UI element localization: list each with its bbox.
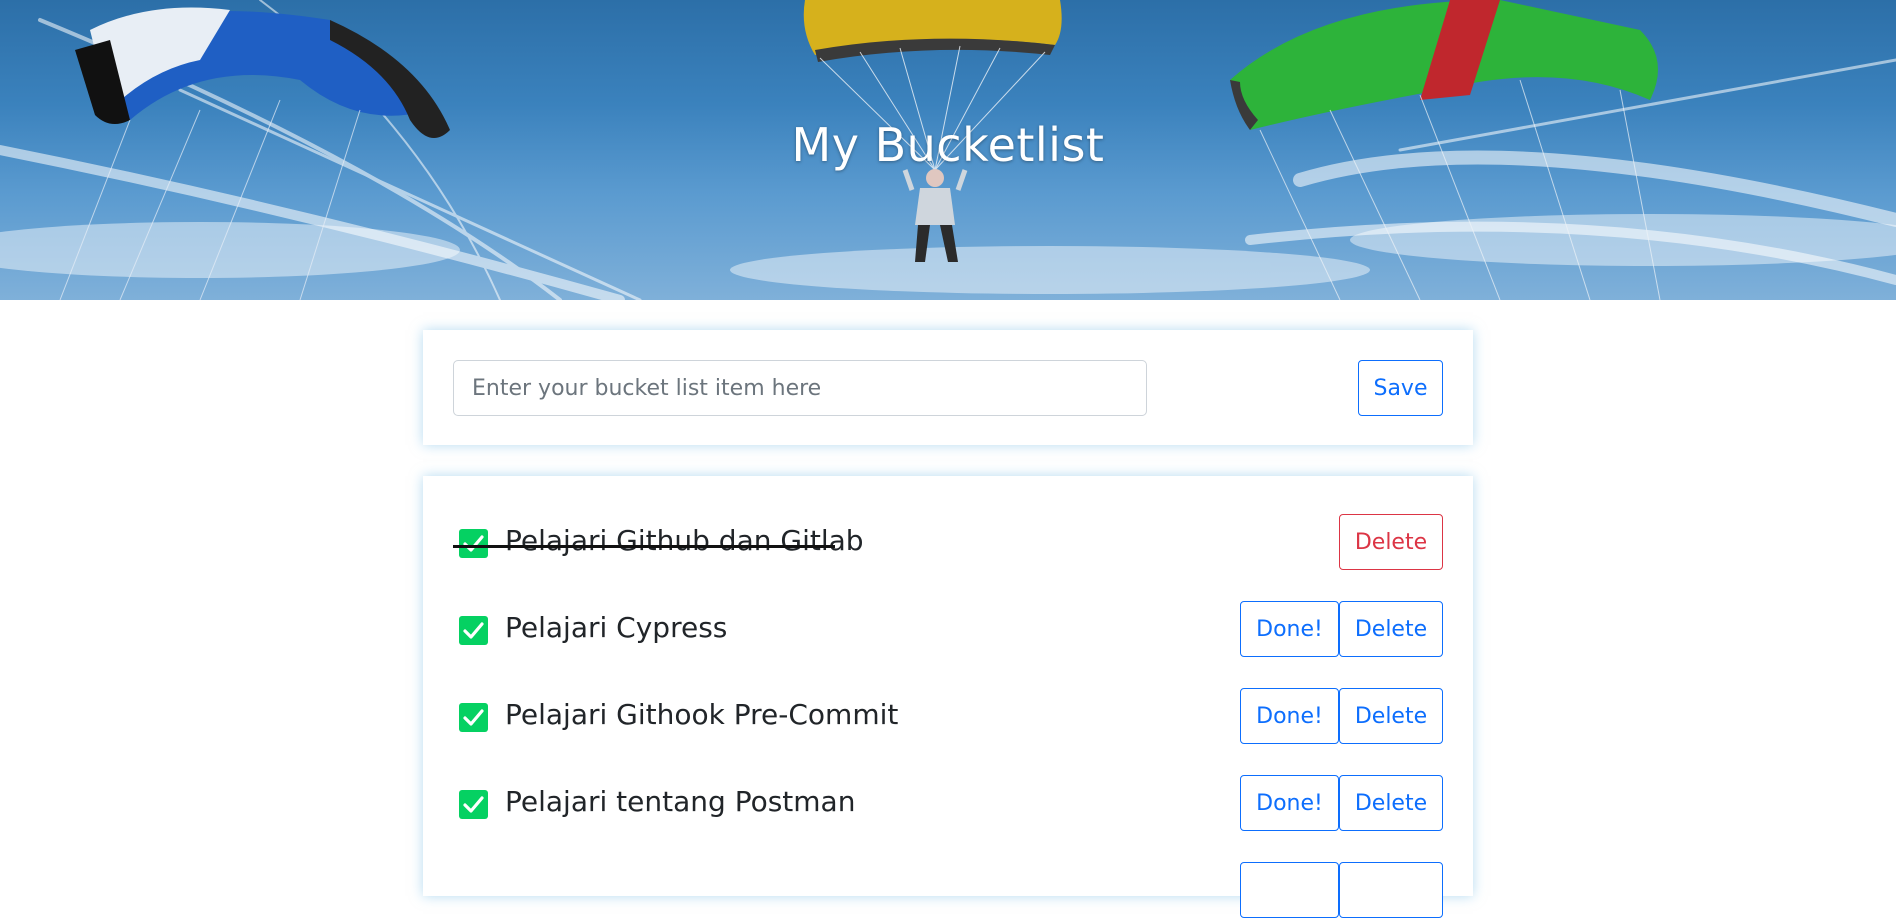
list-item-partial [453,862,1443,918]
hero-banner: My Bucketlist [0,0,1896,300]
bucket-item-input[interactable] [454,361,1146,415]
list-item: Pelajari tentang Postman Done! Delete [453,775,1443,831]
bucket-list-card: Pelajari Github dan Gitlab Delete Pelaja… [423,476,1473,918]
delete-button[interactable] [1339,862,1443,918]
strikethrough-line [453,545,835,548]
check-icon[interactable] [459,616,488,645]
list-item: Pelajari Cypress Done! Delete [453,601,1443,657]
page-title: My Bucketlist [791,118,1105,172]
save-button[interactable]: Save [1358,360,1443,416]
delete-button[interactable]: Delete [1339,601,1443,657]
done-button[interactable]: Done! [1240,601,1339,657]
list-item-text: Pelajari Cypress [505,611,728,644]
delete-button[interactable]: Delete [1339,688,1443,744]
bucket-item-input-wrapper [453,360,1147,416]
list-item-text: Pelajari tentang Postman [505,785,856,818]
check-icon[interactable] [459,703,488,732]
check-icon[interactable] [459,790,488,819]
done-button[interactable] [1240,862,1339,918]
list-item-text: Pelajari Githook Pre-Commit [505,698,899,731]
delete-button[interactable]: Delete [1339,514,1443,570]
list-item: Pelajari Github dan Gitlab Delete [453,514,1443,570]
add-item-card: Save [423,330,1473,445]
done-button[interactable]: Done! [1240,688,1339,744]
list-item-text: Pelajari Github dan Gitlab [505,524,864,557]
done-button[interactable]: Done! [1240,775,1339,831]
delete-button[interactable]: Delete [1339,775,1443,831]
list-item: Pelajari Githook Pre-Commit Done! Delete [453,688,1443,744]
check-icon[interactable] [459,529,488,558]
